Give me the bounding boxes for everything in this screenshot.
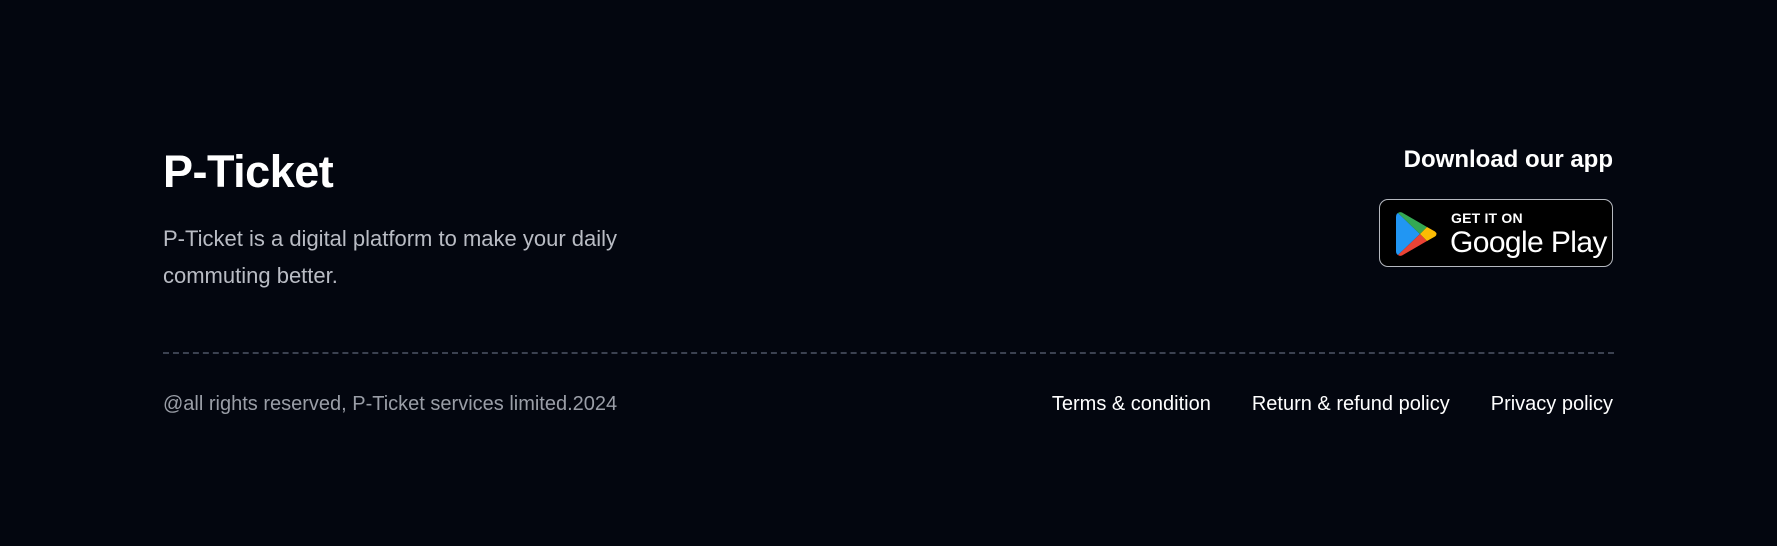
badge-store-name: Google Play	[1450, 226, 1607, 259]
download-heading: Download our app	[1403, 146, 1613, 173]
privacy-policy-link[interactable]: Privacy policy	[1491, 391, 1613, 417]
google-play-badge-button[interactable]: GET IT ON Google Play	[1379, 199, 1613, 267]
footer-links: Terms & condition Return & refund policy…	[1052, 391, 1613, 417]
footer-divider	[163, 352, 1614, 354]
terms-link[interactable]: Terms & condition	[1052, 391, 1211, 417]
brand-description: P-Ticket is a digital platform to make y…	[163, 226, 618, 288]
site-footer: P-Ticket P-Ticket is a digital platform …	[0, 0, 1777, 546]
google-play-icon	[1396, 212, 1437, 256]
brand-title: P-Ticket	[163, 146, 334, 197]
badge-small-text: GET IT ON	[1451, 210, 1523, 226]
copyright-text: @all rights reserved, P-Ticket services …	[163, 393, 618, 415]
refund-policy-link[interactable]: Return & refund policy	[1252, 391, 1450, 417]
